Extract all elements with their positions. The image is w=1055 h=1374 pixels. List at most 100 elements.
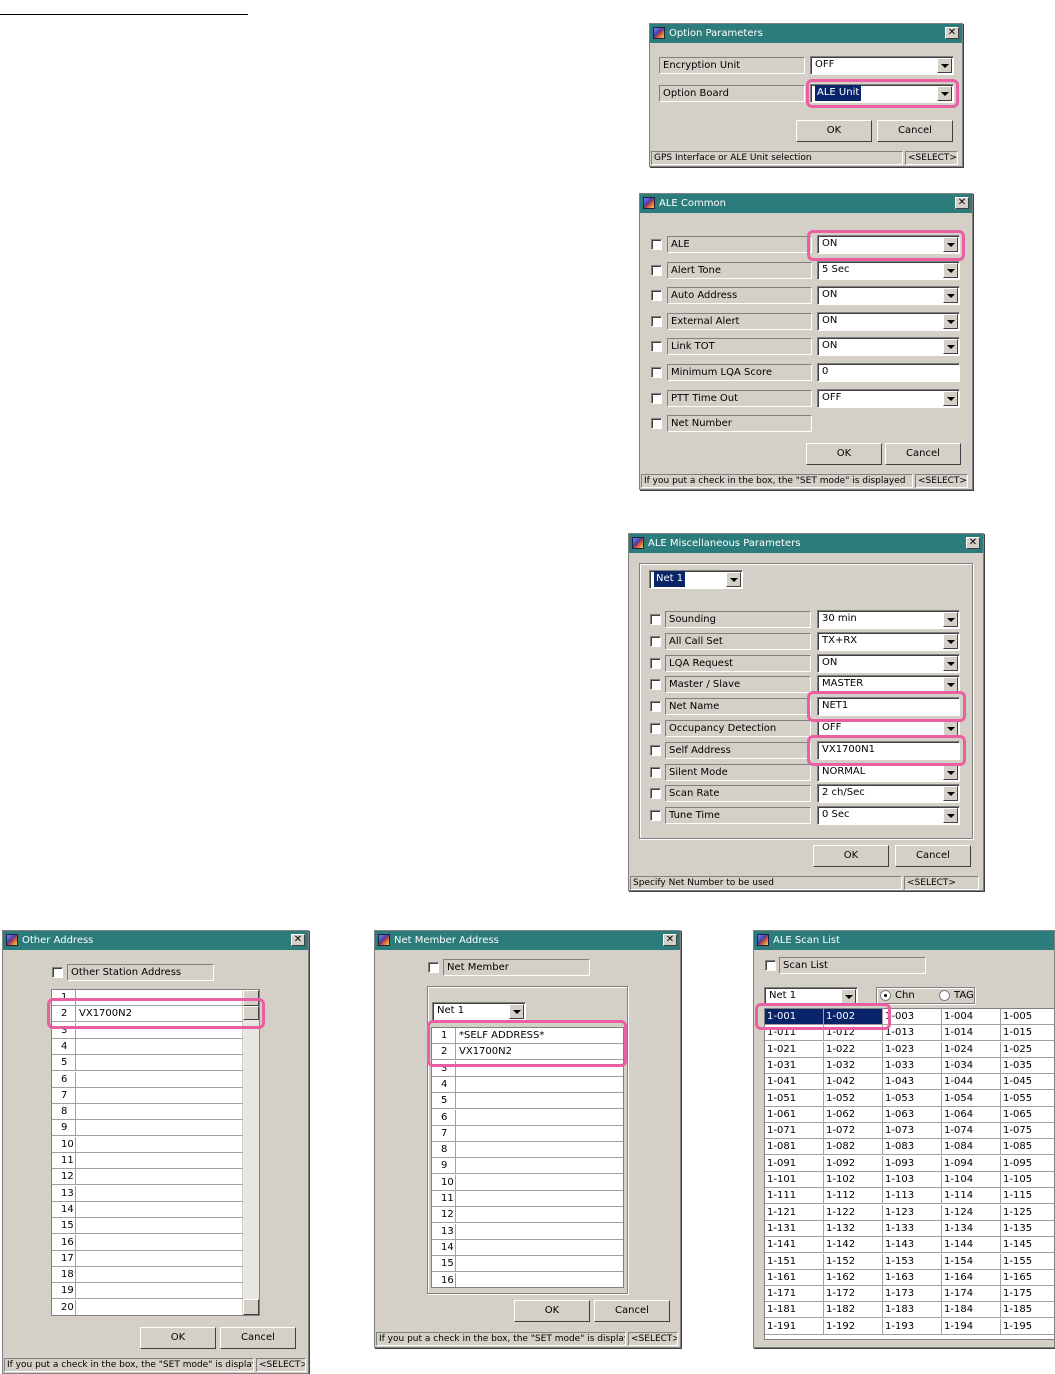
scan-cell[interactable]: 1-193 — [883, 1319, 942, 1335]
table-row[interactable]: 6 — [432, 1109, 623, 1126]
scan-cell[interactable]: 1-044 — [942, 1074, 1001, 1090]
checkbox-all-call-set[interactable] — [650, 636, 661, 647]
scan-cell[interactable]: 1-045 — [1001, 1074, 1054, 1090]
table-row[interactable]: 10 — [52, 1136, 243, 1153]
chevron-down-icon[interactable] — [943, 314, 958, 329]
table-row[interactable]: 15 — [432, 1256, 623, 1273]
table-row[interactable]: 15 — [52, 1218, 243, 1235]
scan-cell[interactable]: 1-164 — [942, 1270, 1001, 1286]
chevron-down-icon[interactable] — [943, 612, 958, 627]
scan-cell[interactable]: 1-082 — [824, 1139, 883, 1155]
scan-cell[interactable]: 1-191 — [765, 1319, 824, 1335]
scan-cell[interactable]: 1-075 — [1001, 1123, 1054, 1139]
radio-tag[interactable] — [939, 990, 950, 1001]
scan-cell[interactable]: 1-015 — [1001, 1025, 1054, 1041]
chevron-down-icon[interactable] — [943, 765, 958, 780]
scan-cell[interactable]: 1-182 — [824, 1302, 883, 1318]
scan-cell[interactable]: 1-034 — [942, 1058, 1001, 1074]
chevron-down-icon[interactable] — [943, 656, 958, 671]
scan-cell[interactable]: 1-004 — [942, 1009, 1001, 1025]
link-tot-combo[interactable]: ON — [817, 337, 960, 356]
scan-cell[interactable]: 1-092 — [824, 1156, 883, 1172]
scan-cell[interactable]: 1-021 — [765, 1042, 824, 1058]
scan-cell[interactable]: 1-163 — [883, 1270, 942, 1286]
scan-cell[interactable]: 1-073 — [883, 1123, 942, 1139]
checkbox-alert-tone[interactable] — [651, 265, 662, 276]
scan-cell[interactable]: 1-185 — [1001, 1302, 1054, 1318]
scan-cell[interactable]: 1-003 — [883, 1009, 942, 1025]
table-row[interactable]: 10 — [432, 1174, 623, 1191]
scan-cell[interactable]: 1-155 — [1001, 1254, 1054, 1270]
scan-cell[interactable]: 1-013 — [883, 1025, 942, 1041]
scan-cell[interactable]: 1-121 — [765, 1205, 824, 1221]
checkbox-ptt-time-out[interactable] — [651, 393, 662, 404]
checkbox-silent-mode[interactable] — [650, 767, 661, 778]
table-row[interactable]: 12 — [52, 1169, 243, 1186]
scan-cell[interactable]: 1-041 — [765, 1074, 824, 1090]
scan-cell[interactable]: 1-072 — [824, 1123, 883, 1139]
table-row[interactable]: 12 — [432, 1207, 623, 1224]
table-row[interactable]: 2 VX1700N2 — [432, 1044, 623, 1061]
table-row[interactable]: 14 — [52, 1201, 243, 1218]
scan-cell[interactable]: 1-043 — [883, 1074, 942, 1090]
net-name-input[interactable]: NET1 — [817, 697, 960, 716]
scan-cell[interactable]: 1-081 — [765, 1139, 824, 1155]
auto-address-combo[interactable]: ON — [817, 286, 960, 305]
scan-cell[interactable]: 1-143 — [883, 1237, 942, 1253]
ok-button[interactable]: OK — [140, 1327, 216, 1349]
checkbox-occupancy-detection[interactable] — [650, 723, 661, 734]
ptt-time-out-combo[interactable]: OFF — [817, 389, 960, 408]
chevron-down-icon[interactable] — [943, 786, 958, 801]
tune-time-combo[interactable]: 0 Sec — [817, 806, 960, 825]
ok-button[interactable]: OK — [514, 1300, 590, 1322]
close-icon[interactable]: ✕ — [955, 197, 969, 209]
scan-cell[interactable]: 1-002 — [824, 1009, 883, 1025]
table-row[interactable]: 16 — [52, 1234, 243, 1251]
scan-cell[interactable]: 1-103 — [883, 1172, 942, 1188]
scroll-down-icon[interactable] — [243, 1299, 259, 1315]
chevron-down-icon[interactable] — [943, 237, 958, 252]
chevron-down-icon[interactable] — [943, 634, 958, 649]
table-row[interactable]: 16 — [432, 1272, 623, 1287]
checkbox-tune-time[interactable] — [650, 810, 661, 821]
scan-cell[interactable]: 1-165 — [1001, 1270, 1054, 1286]
alert-tone-combo[interactable]: 5 Sec — [817, 261, 960, 280]
checkbox-minimum-lqa-score[interactable] — [651, 367, 662, 378]
scan-cell[interactable]: 1-065 — [1001, 1107, 1054, 1123]
chevron-down-icon[interactable] — [943, 808, 958, 823]
scan-cell[interactable]: 1-192 — [824, 1319, 883, 1335]
chevron-down-icon[interactable] — [841, 989, 856, 1004]
chevron-down-icon[interactable] — [937, 86, 952, 101]
scan-cell[interactable]: 1-053 — [883, 1091, 942, 1107]
table-row[interactable]: 4 — [52, 1038, 243, 1055]
table-row[interactable]: 18 — [52, 1267, 243, 1284]
net-select-combo[interactable]: Net 1 — [764, 987, 858, 1006]
checkbox-external-alert[interactable] — [651, 316, 662, 327]
net-select-combo[interactable]: Net 1 — [432, 1002, 526, 1021]
scan-cell[interactable]: 1-091 — [765, 1156, 824, 1172]
ale-combo[interactable]: ON — [817, 235, 960, 254]
scan-cell[interactable]: 1-051 — [765, 1091, 824, 1107]
scan-cell[interactable]: 1-061 — [765, 1107, 824, 1123]
self-address-input[interactable]: VX1700N1 — [817, 741, 960, 760]
chevron-down-icon[interactable] — [509, 1004, 524, 1019]
scan-cell[interactable]: 1-153 — [883, 1254, 942, 1270]
occupancy-detection-combo[interactable]: OFF — [817, 719, 960, 738]
scan-cell[interactable]: 1-032 — [824, 1058, 883, 1074]
scrollbar[interactable] — [242, 990, 259, 1315]
radio-chn[interactable] — [880, 990, 891, 1001]
cancel-button[interactable]: Cancel — [594, 1300, 670, 1322]
table-row[interactable]: 7 — [52, 1087, 243, 1104]
scan-cell[interactable]: 1-111 — [765, 1188, 824, 1204]
scan-cell[interactable]: 1-012 — [824, 1025, 883, 1041]
checkbox-ale[interactable] — [651, 239, 662, 250]
scan-cell[interactable]: 1-083 — [883, 1139, 942, 1155]
chevron-down-icon[interactable] — [943, 288, 958, 303]
scan-list-checkbox[interactable] — [765, 960, 776, 971]
scan-cell[interactable]: 1-114 — [942, 1188, 1001, 1204]
lqa-request-combo[interactable]: ON — [817, 654, 960, 673]
scan-cell[interactable]: 1-135 — [1001, 1221, 1054, 1237]
chevron-down-icon[interactable] — [943, 391, 958, 406]
close-icon[interactable]: ✕ — [663, 934, 677, 946]
chevron-down-icon[interactable] — [943, 721, 958, 736]
